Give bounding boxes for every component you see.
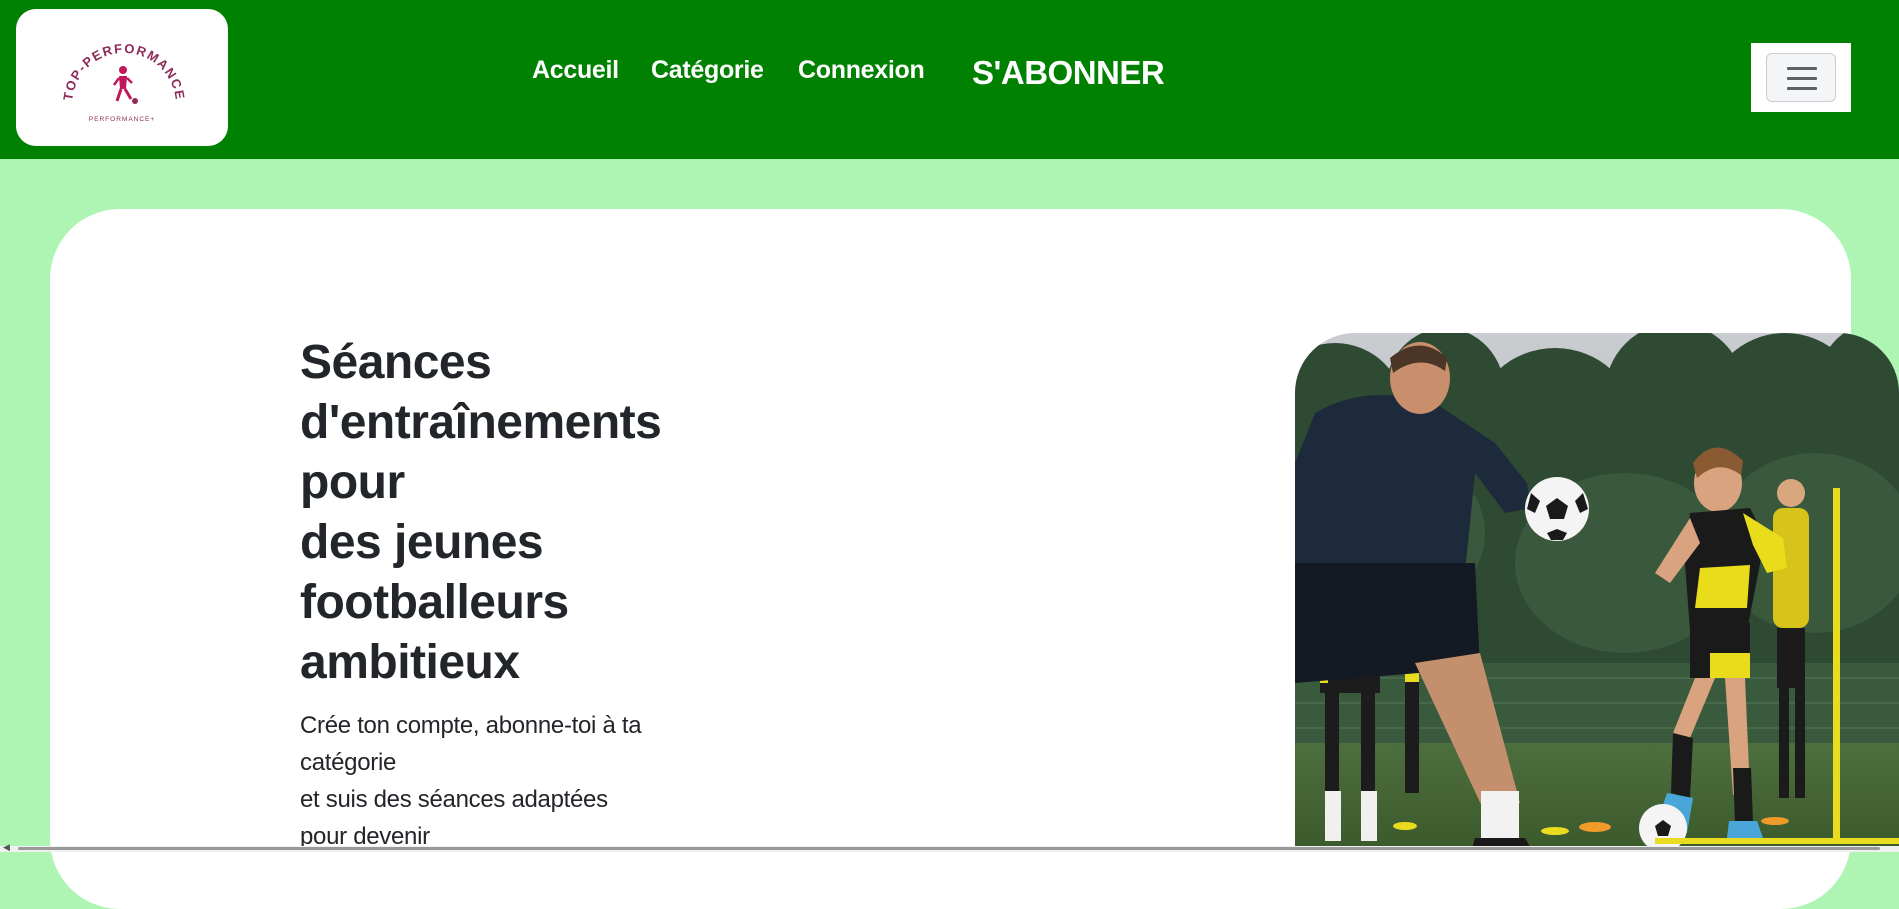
nav-link-accueil[interactable]: Accueil [532, 56, 619, 85]
scrollbar-thumb[interactable] [18, 847, 1880, 850]
hero-description-line: catégorie [300, 749, 397, 776]
hero-title-line: Séances [300, 336, 492, 389]
navbar: TOP-PERFORMANCE PERFORMANCE+ Accueil Cat… [0, 0, 1899, 159]
football-training-photo [1295, 333, 1899, 852]
subscribe-button[interactable]: S'ABONNER [972, 54, 1165, 92]
scroll-left-arrow-icon[interactable]: ◀ [3, 842, 10, 853]
nav-link-connexion[interactable]: Connexion [798, 56, 925, 85]
hero-title-line: des jeunes [300, 516, 544, 569]
hero-title: Séances d'entraînements pour des jeunes … [300, 333, 780, 693]
hero-title-line: ambitieux [300, 636, 520, 689]
brand-logo: TOP-PERFORMANCE PERFORMANCE+ [60, 41, 186, 123]
hero-description-line: et suis des séances adaptées [300, 786, 608, 813]
hero-title-line: footballeurs [300, 576, 569, 629]
footballer-icon [112, 66, 138, 104]
menu-toggle-button[interactable] [1766, 53, 1836, 102]
hero-title-line: d'entraînements [300, 396, 662, 449]
hero-description-line: Crée ton compte, abonne-toi à ta [300, 712, 642, 739]
hero-title-line: pour [300, 456, 405, 509]
logo-subtext: PERFORMANCE+ [89, 116, 155, 123]
football-icon [1525, 477, 1589, 541]
hero-image [1295, 333, 1899, 852]
nav-link-categorie[interactable]: Catégorie [651, 56, 764, 85]
brand-logo-link[interactable]: TOP-PERFORMANCE PERFORMANCE+ [16, 9, 228, 146]
menu-toggle-container [1751, 43, 1851, 112]
horizontal-scrollbar[interactable]: ◀ [0, 842, 1899, 852]
hero-description: Crée ton compte, abonne-toi à ta catégor… [300, 707, 720, 855]
